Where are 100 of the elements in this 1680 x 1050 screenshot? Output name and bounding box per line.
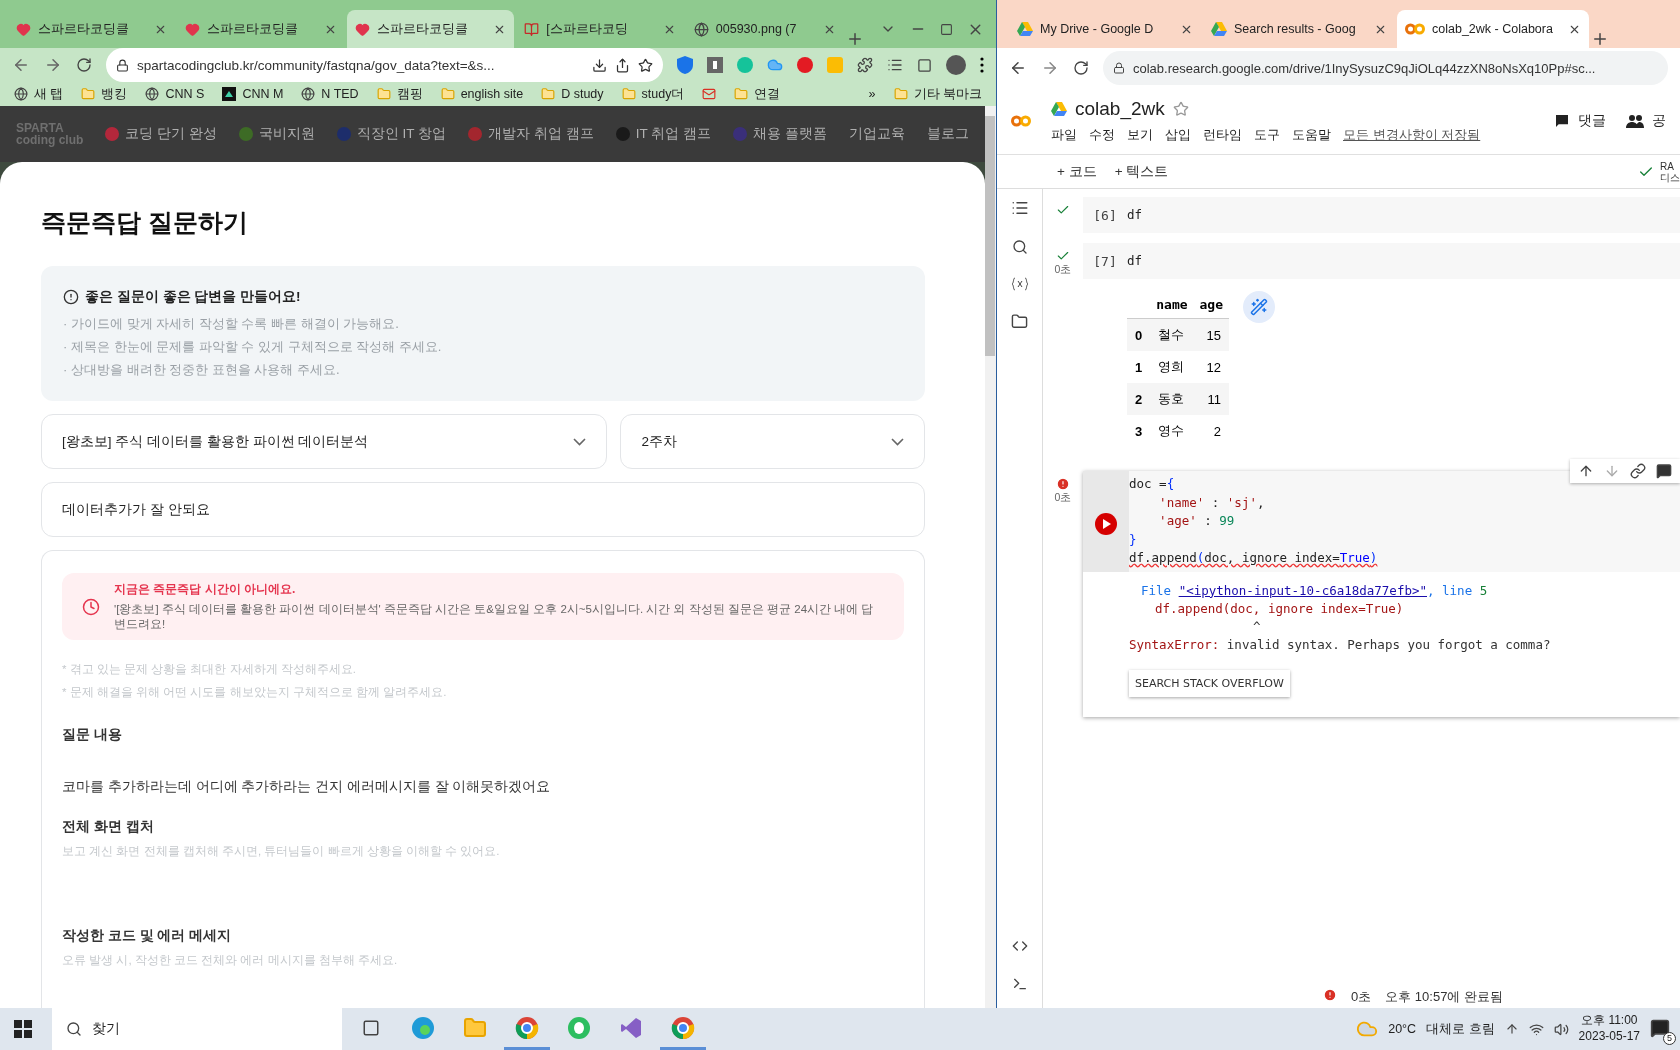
menu-item[interactable]: 보기 xyxy=(1127,126,1153,144)
star-icon[interactable] xyxy=(1172,101,1189,117)
code-cell[interactable]: doc ={ 'name' : 'sj', 'age' : 99 } df.append(doc, ignore index=True) xyxy=(1083,471,1680,572)
chrome-icon[interactable] xyxy=(671,1015,695,1040)
share-button[interactable]: 공 xyxy=(1626,112,1666,130)
menu-item[interactable]: 도구 xyxy=(1254,126,1280,144)
folder-icon xyxy=(440,87,455,101)
bookmark[interactable]: 새 탭 xyxy=(14,85,64,103)
network-icon[interactable] xyxy=(1528,1021,1544,1037)
browser-tab[interactable]: My Drive - Google D xyxy=(1009,10,1201,48)
reload-icon[interactable] xyxy=(1073,60,1089,76)
maximize-icon[interactable] xyxy=(940,22,954,36)
browser-tab[interactable]: 005930.png (7 xyxy=(685,10,845,48)
status-time: 0초 xyxy=(1351,988,1372,1006)
bookmark[interactable]: 캠핑 xyxy=(376,85,423,103)
table-cell: 동호 xyxy=(1150,383,1194,415)
menu-item[interactable]: 파일 xyxy=(1051,126,1077,144)
add-code-button[interactable]: + 코드 xyxy=(1057,162,1097,181)
chrome-icon[interactable] xyxy=(515,1015,539,1040)
hint-text: * 문제 해결을 위해 어떤 시도를 해보았는지 구체적으로 함께 알려주세요. xyxy=(62,685,448,700)
bookmark[interactable]: 뱅킹 xyxy=(81,85,128,103)
browser-tab[interactable]: 스파르타코딩클 xyxy=(346,10,515,48)
search-icon[interactable] xyxy=(1011,239,1028,255)
chevron-up-icon[interactable] xyxy=(1504,1022,1519,1036)
reload-icon[interactable] xyxy=(76,57,92,73)
puzzle-icon[interactable] xyxy=(857,57,873,73)
week-select[interactable]: 2주차 xyxy=(620,414,925,469)
menu-item[interactable]: 삽입 xyxy=(1165,126,1191,144)
code-cell[interactable]: [6] df xyxy=(1083,197,1680,233)
bookmark[interactable]: english site xyxy=(440,87,524,101)
notebook-title[interactable]: colab_2wk xyxy=(1075,98,1165,120)
avatar-icon[interactable] xyxy=(946,55,966,75)
bookmark[interactable]: D study xyxy=(541,87,604,101)
comments-button[interactable]: 댓글 xyxy=(1554,112,1606,130)
forward-icon[interactable] xyxy=(1041,59,1059,77)
browser-tab[interactable]: 스파르타코딩클 xyxy=(177,10,345,48)
more-bookmarks[interactable]: » xyxy=(868,87,876,101)
execution-count: [7] xyxy=(1092,252,1118,271)
nav-link[interactable]: 국비지원 xyxy=(238,125,315,143)
variables-icon[interactable] xyxy=(1010,277,1029,291)
bookmark[interactable]: N TED xyxy=(301,87,359,101)
nav-link[interactable]: 개발자 취업 캠프 xyxy=(468,125,594,143)
menu-icon[interactable] xyxy=(980,57,984,73)
address-bar[interactable]: spartacodingclub.kr/community/fastqna/gov_data?text=&s... xyxy=(106,48,663,82)
task-view-icon[interactable] xyxy=(362,1018,380,1037)
course-select[interactable]: [왕초보] 주식 데이터를 활용한 파이썬 데이터분석 xyxy=(41,414,608,469)
bookmark[interactable] xyxy=(702,87,717,101)
browser-tab[interactable]: [스파르타코딩 xyxy=(516,10,684,48)
menu-item[interactable]: 수정 xyxy=(1089,126,1115,144)
save-status-link[interactable]: 모든 변경사항이 저장됨 xyxy=(1343,126,1481,144)
nav-link[interactable]: IT 취업 캠프 xyxy=(615,125,711,143)
address-bar[interactable]: colab.research.google.com/drive/1InySysuzC9qJiOLq44zzXN8oNsXq10Pp#sc... xyxy=(1103,51,1668,85)
nav-link[interactable]: 채용 플랫폼 xyxy=(732,125,827,143)
nav-link[interactable]: 직장인 IT 창업 xyxy=(336,125,447,143)
code-icon[interactable] xyxy=(1011,938,1028,954)
temperature: 20°C xyxy=(1388,1022,1417,1036)
browser-tab[interactable]: 스파르타코딩클 xyxy=(8,10,176,48)
folder-icon xyxy=(81,87,96,101)
add-text-button[interactable]: + 텍스트 xyxy=(1114,162,1169,181)
link-icon[interactable] xyxy=(1630,463,1646,479)
resource-indicator[interactable]: RA 디스 xyxy=(1660,160,1680,183)
new-tab-icon[interactable] xyxy=(1591,30,1609,48)
shield-icon[interactable] xyxy=(677,56,693,74)
extension-icon[interactable] xyxy=(707,57,723,73)
file-link[interactable]: "<ipython-input-10-c6a18da77efb>" xyxy=(1178,582,1427,598)
bookmark[interactable]: CNN M xyxy=(222,87,284,101)
section-heading: 작성한 코드 및 에러 메세지 xyxy=(62,927,232,945)
search-stack-overflow-button[interactable]: SEARCH STACK OVERFLOW xyxy=(1129,669,1290,697)
side-panel-icon[interactable] xyxy=(917,57,932,73)
title-field[interactable]: 데이터추가가 잘 안되요 xyxy=(41,482,925,537)
bookmark[interactable]: 연결 xyxy=(734,85,781,103)
nav-link[interactable]: 블로그 xyxy=(926,125,969,143)
heart-icon xyxy=(185,21,201,37)
volume-icon[interactable] xyxy=(1553,1021,1569,1037)
code-cell[interactable]: [7] df xyxy=(1083,243,1680,279)
bookmark[interactable]: CNN S xyxy=(145,87,205,101)
playlist-icon[interactable] xyxy=(887,57,903,73)
forward-icon[interactable] xyxy=(44,56,62,74)
back-icon[interactable] xyxy=(12,56,30,74)
browser-tab[interactable]: Search results - Goog xyxy=(1203,10,1395,48)
move-up-icon[interactable] xyxy=(1578,463,1594,479)
nav-link[interactable]: 기업교육 xyxy=(848,125,905,143)
terminal-icon[interactable] xyxy=(1011,976,1028,992)
taskbar-search-field[interactable]: 찾기 xyxy=(52,1008,342,1050)
folder-icon[interactable] xyxy=(1011,313,1028,330)
comment-icon[interactable] xyxy=(1656,463,1672,479)
menu-item[interactable]: 런타임 xyxy=(1203,126,1242,144)
magic-wand-icon[interactable] xyxy=(1243,291,1276,323)
back-icon[interactable] xyxy=(1009,59,1027,77)
browser-tab[interactable]: colab_2wk - Colabora xyxy=(1397,10,1589,48)
taskbar-clock[interactable]: 오후 11:00 2023-05-17 xyxy=(1578,1013,1640,1045)
bookmark[interactable]: study더 xyxy=(621,85,685,103)
menu-item[interactable]: 도움말 xyxy=(1292,126,1331,144)
nav-link[interactable]: 코딩 단기 완성 xyxy=(105,125,217,143)
other-bookmarks[interactable]: 기타 북마크 xyxy=(893,85,982,103)
page-title: 즉문즉답 질문하기 xyxy=(41,207,249,238)
visual-studio-icon[interactable] xyxy=(619,1015,643,1040)
toc-icon[interactable] xyxy=(1010,199,1029,217)
stop-hand-icon[interactable] xyxy=(797,57,813,73)
globe-icon xyxy=(301,87,316,101)
